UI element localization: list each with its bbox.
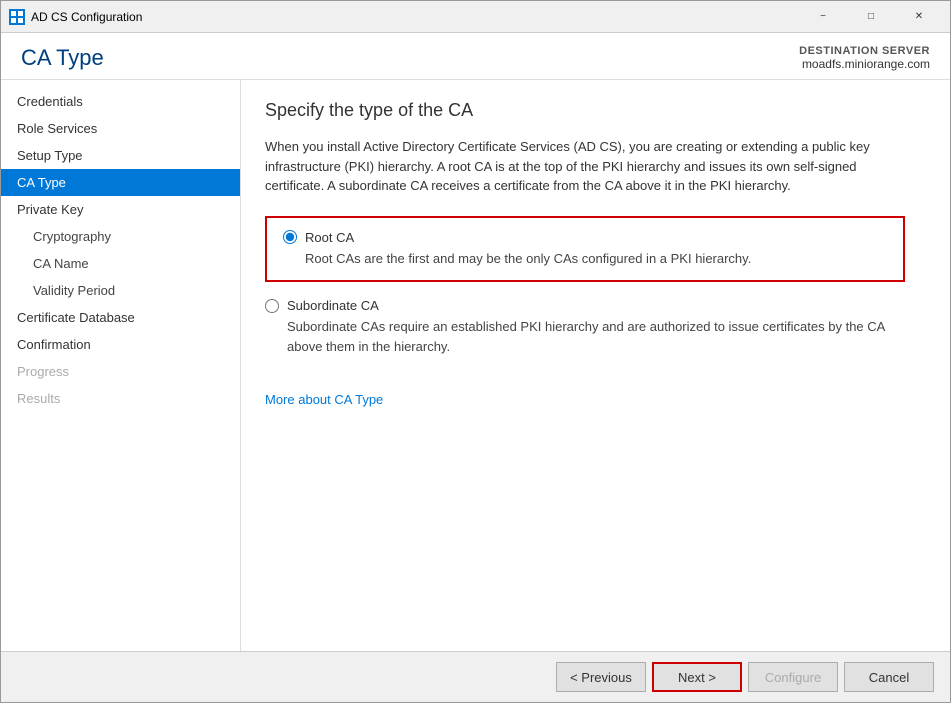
root-ca-radio-label[interactable]: Root CA <box>283 230 887 245</box>
window-title: AD CS Configuration <box>31 10 142 24</box>
sidebar-item-progress: Progress <box>1 358 240 385</box>
sidebar-item-credentials[interactable]: Credentials <box>1 88 240 115</box>
sidebar-item-certificate-database[interactable]: Certificate Database <box>1 304 240 331</box>
subordinate-ca-description: Subordinate CAs require an established P… <box>287 317 905 356</box>
maximize-button[interactable]: □ <box>848 1 894 33</box>
main-window: AD CS Configuration − □ ✕ CA Type DESTIN… <box>0 0 951 703</box>
window-controls: − □ ✕ <box>800 1 942 33</box>
content-description: When you install Active Directory Certif… <box>265 137 885 196</box>
content-area: Specify the type of the CA When you inst… <box>241 80 950 651</box>
title-bar-left: AD CS Configuration <box>9 9 142 25</box>
sidebar-item-setup-type[interactable]: Setup Type <box>1 142 240 169</box>
destination-value: moadfs.miniorange.com <box>799 57 930 71</box>
sidebar-item-confirmation[interactable]: Confirmation <box>1 331 240 358</box>
root-ca-description: Root CAs are the first and may be the on… <box>305 249 887 269</box>
sidebar-item-results: Results <box>1 385 240 412</box>
root-ca-option-box: Root CA Root CAs are the first and may b… <box>265 216 905 283</box>
root-ca-radio[interactable] <box>283 230 297 244</box>
destination-server-info: DESTINATION SERVER moadfs.miniorange.com <box>799 45 930 71</box>
sidebar-item-private-key[interactable]: Private Key <box>1 196 240 223</box>
subordinate-ca-radio-label[interactable]: Subordinate CA <box>265 298 905 313</box>
sidebar-item-ca-type[interactable]: CA Type <box>1 169 240 196</box>
destination-label: DESTINATION SERVER <box>799 45 930 57</box>
content-heading: Specify the type of the CA <box>265 100 926 121</box>
footer: < Previous Next > Configure Cancel <box>1 651 950 702</box>
page-title: CA Type <box>21 45 104 71</box>
sidebar-item-validity-period[interactable]: Validity Period <box>1 277 240 304</box>
minimize-button[interactable]: − <box>800 1 846 33</box>
sidebar-item-cryptography[interactable]: Cryptography <box>1 223 240 250</box>
subordinate-ca-label: Subordinate CA <box>287 298 379 313</box>
previous-button[interactable]: < Previous <box>556 662 646 692</box>
sidebar: CredentialsRole ServicesSetup TypeCA Typ… <box>1 80 241 651</box>
subordinate-ca-option-box: Subordinate CA Subordinate CAs require a… <box>265 298 905 356</box>
cancel-button[interactable]: Cancel <box>844 662 934 692</box>
sidebar-item-role-services[interactable]: Role Services <box>1 115 240 142</box>
root-ca-label: Root CA <box>305 230 354 245</box>
sidebar-item-ca-name[interactable]: CA Name <box>1 250 240 277</box>
more-about-ca-type-link[interactable]: More about CA Type <box>265 392 383 407</box>
page-header: CA Type DESTINATION SERVER moadfs.minior… <box>1 33 950 80</box>
title-bar: AD CS Configuration − □ ✕ <box>1 1 950 33</box>
subordinate-ca-radio[interactable] <box>265 299 279 313</box>
main-content: CredentialsRole ServicesSetup TypeCA Typ… <box>1 80 950 651</box>
close-button[interactable]: ✕ <box>896 1 942 33</box>
app-icon <box>9 9 25 25</box>
next-button[interactable]: Next > <box>652 662 742 692</box>
configure-button[interactable]: Configure <box>748 662 838 692</box>
